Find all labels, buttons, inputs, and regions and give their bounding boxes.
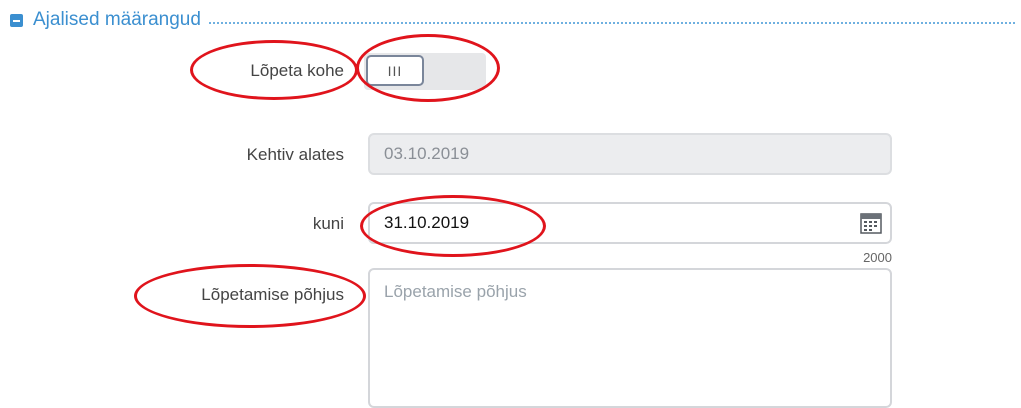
kuni-date-input[interactable] <box>368 202 892 244</box>
kehtiv-alates-label: Kehtiv alates <box>246 145 344 164</box>
section-header: Ajalised määrangud <box>10 6 1015 34</box>
kehtiv-alates-input <box>368 133 892 175</box>
lopetamise-pohjus-label: Lõpetamise põhjus <box>201 285 344 304</box>
section-divider <box>208 22 1015 24</box>
kuni-label: kuni <box>312 214 344 233</box>
lopetamise-pohjus-textarea[interactable] <box>368 268 892 408</box>
char-counter: 2000 <box>863 250 892 265</box>
toggle-knob[interactable]: III <box>366 55 424 86</box>
lopeta-kohe-toggle[interactable]: III <box>364 53 486 90</box>
section-title[interactable]: Ajalised määrangud <box>33 9 201 31</box>
lopeta-kohe-label: Lõpeta kohe <box>250 61 344 80</box>
calendar-icon[interactable] <box>859 211 883 235</box>
collapse-icon[interactable] <box>10 13 23 27</box>
